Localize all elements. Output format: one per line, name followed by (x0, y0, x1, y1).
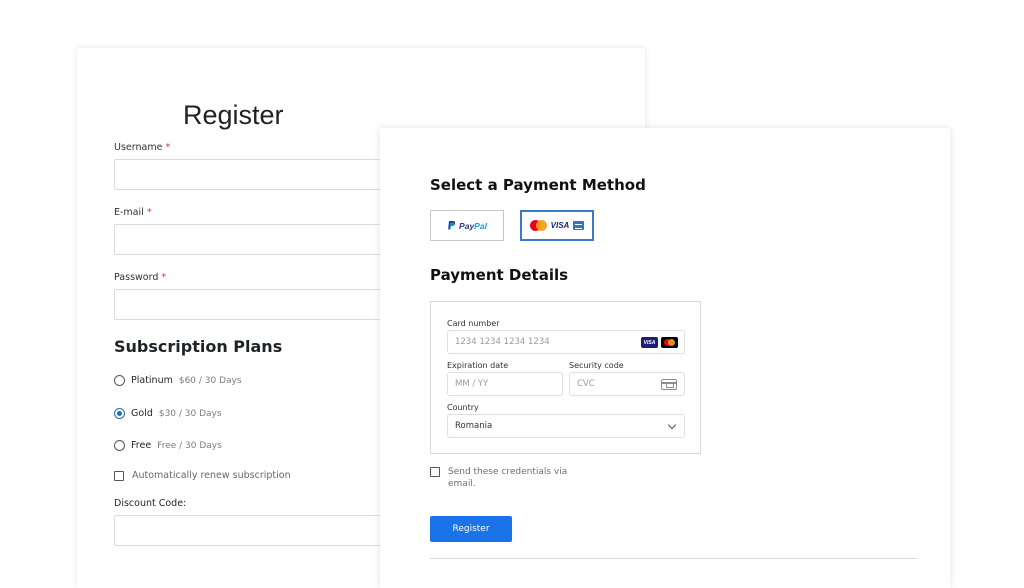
card-number-input[interactable]: 1234 1234 1234 1234 VISA (447, 330, 685, 354)
username-input[interactable] (114, 159, 414, 190)
username-label: Username * (114, 142, 170, 153)
radio-free[interactable] (114, 440, 125, 451)
password-label-text: Password (114, 272, 159, 283)
security-code-input[interactable]: CVC (569, 372, 685, 396)
plan-option-free[interactable]: Free Free / 30 Days (114, 440, 222, 451)
plan-price: Free / 30 Days (157, 440, 222, 451)
paypal-text-pal: Pal (474, 220, 487, 231)
expiration-date-label: Expiration date (447, 361, 509, 370)
card-number-label: Card number (447, 319, 500, 328)
visa-logo: VISA (550, 221, 570, 230)
radio-gold[interactable] (114, 408, 125, 419)
discount-code-label: Discount Code: (114, 498, 187, 509)
username-label-text: Username (114, 142, 163, 153)
required-mark: * (165, 142, 171, 153)
payment-details-title: Payment Details (430, 266, 569, 284)
required-mark: * (146, 207, 152, 218)
auto-renew-checkbox[interactable] (114, 470, 124, 481)
mastercard-icon (661, 337, 678, 348)
auto-renew-label: Automatically renew subscription (132, 470, 291, 481)
plan-name: Gold (131, 408, 153, 419)
plan-price: $30 / 30 Days (158, 408, 222, 419)
country-value: Romania (455, 421, 493, 431)
email-label: E-mail * (114, 207, 152, 218)
plan-price: $60 / 30 Days (178, 375, 242, 386)
cvc-card-icon (661, 379, 677, 390)
password-label: Password * (114, 272, 166, 283)
security-code-placeholder: CVC (577, 379, 595, 389)
auto-renew-option[interactable]: Automatically renew subscription (114, 470, 291, 481)
discount-code-input[interactable] (114, 515, 414, 546)
paypal-method-button[interactable]: Pay Pal (430, 210, 504, 241)
payment-details-box: Card number 1234 1234 1234 1234 VISA Exp… (430, 301, 701, 454)
card-method-button[interactable]: VISA (520, 210, 594, 241)
paypal-logo-icon: Pay Pal (447, 220, 487, 231)
register-title: Register (183, 100, 284, 130)
plan-option-platinum[interactable]: Platinum $60 / 30 Days (114, 375, 242, 386)
expiration-placeholder: MM / YY (455, 379, 489, 389)
security-code-label: Security code (569, 361, 624, 370)
password-input[interactable] (114, 289, 414, 320)
expiration-date-input[interactable]: MM / YY (447, 372, 563, 396)
paypal-text-pay: Pay (459, 220, 475, 231)
card-logos: VISA (529, 220, 585, 231)
radio-platinum[interactable] (114, 375, 125, 386)
country-label: Country (447, 403, 479, 412)
paypal-p-icon (448, 220, 456, 230)
country-select[interactable]: Romania (447, 414, 685, 438)
send-credentials-option[interactable]: Send these credentials via email. (430, 466, 578, 490)
send-credentials-label: Send these credentials via email. (448, 467, 568, 489)
send-credentials-checkbox[interactable] (430, 467, 440, 477)
mastercard-icon (529, 220, 547, 231)
divider (430, 558, 917, 559)
visa-icon: VISA (641, 337, 658, 348)
chevron-down-icon (667, 420, 677, 430)
payment-method-title: Select a Payment Method (430, 176, 646, 194)
plan-option-gold[interactable]: Gold $30 / 30 Days (114, 408, 222, 419)
register-button[interactable]: Register (430, 516, 512, 542)
card-number-placeholder: 1234 1234 1234 1234 (455, 337, 550, 347)
amex-icon (573, 221, 585, 230)
email-label-text: E-mail (114, 207, 144, 218)
plan-name: Platinum (131, 375, 173, 386)
plan-name: Free (131, 440, 152, 451)
subscription-plans-title: Subscription Plans (114, 337, 283, 356)
email-input[interactable] (114, 224, 414, 255)
card-brand-icons: VISA (641, 337, 678, 348)
required-mark: * (161, 272, 167, 283)
